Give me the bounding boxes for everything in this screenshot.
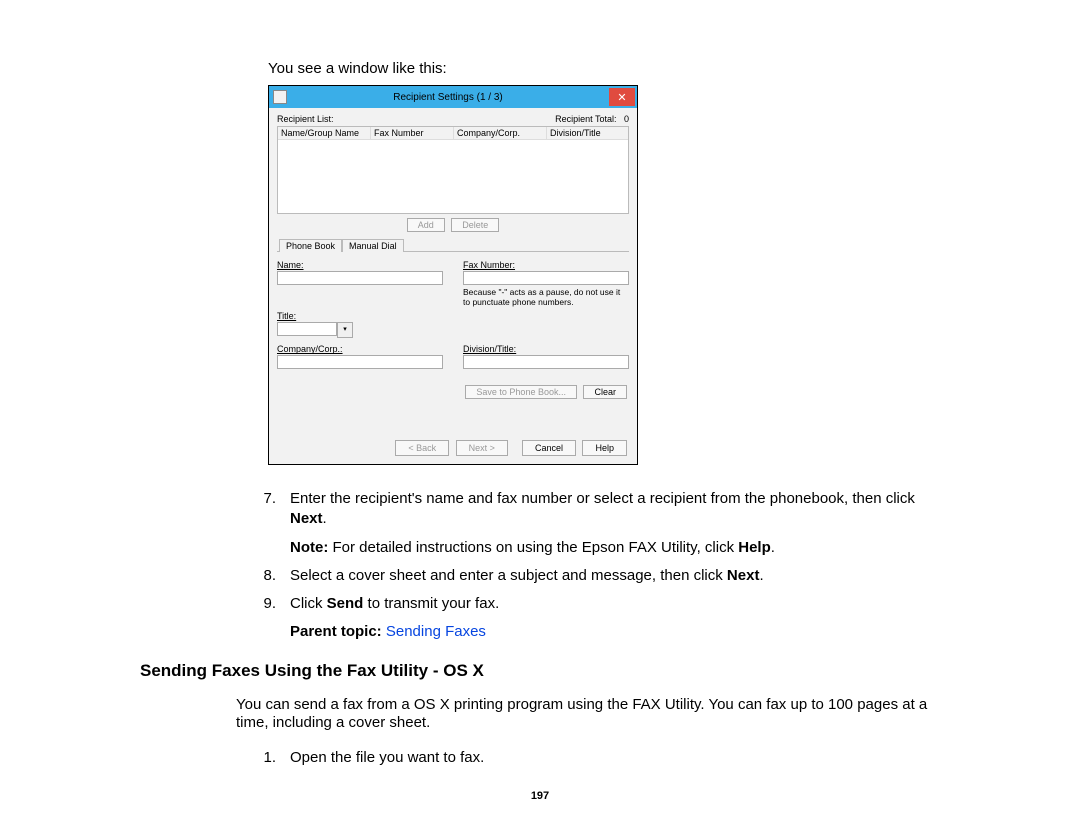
- recipient-list-label: Recipient List:: [277, 114, 334, 124]
- step-7: 7. Enter the recipient's name and fax nu…: [248, 489, 940, 530]
- close-icon[interactable]: ✕: [609, 88, 635, 106]
- titlebar: Recipient Settings (1 / 3) ✕: [269, 86, 637, 108]
- dialog-title: Recipient Settings (1 / 3): [287, 92, 609, 103]
- note: Note: For detailed instructions on using…: [290, 538, 940, 558]
- col-division[interactable]: Division/Title: [547, 127, 628, 139]
- save-phonebook-button[interactable]: Save to Phone Book...: [465, 385, 577, 399]
- add-button[interactable]: Add: [407, 218, 445, 232]
- tabs: Phone BookManual Dial: [277, 238, 629, 252]
- list-header: Name/Group Name Fax Number Company/Corp.…: [278, 127, 628, 140]
- title-label: Title:: [277, 311, 443, 321]
- division-label: Division/Title:: [463, 344, 629, 354]
- wizard-buttons: < Back Next > Cancel Help: [277, 440, 629, 456]
- back-button[interactable]: < Back: [395, 440, 449, 456]
- recipient-total: Recipient Total: 0: [555, 114, 629, 124]
- col-fax[interactable]: Fax Number: [371, 127, 454, 139]
- tab-phonebook[interactable]: Phone Book: [279, 239, 342, 252]
- parent-topic-link[interactable]: Sending Faxes: [386, 623, 486, 640]
- name-field[interactable]: [277, 271, 443, 285]
- next-button[interactable]: Next >: [456, 440, 508, 456]
- fax-label: Fax Number:: [463, 260, 629, 270]
- delete-button[interactable]: Delete: [451, 218, 499, 232]
- col-company[interactable]: Company/Corp.: [454, 127, 547, 139]
- recipient-settings-dialog: Recipient Settings (1 / 3) ✕ Recipient L…: [268, 85, 638, 465]
- col-name[interactable]: Name/Group Name: [278, 127, 371, 139]
- section-heading: Sending Faxes Using the Fax Utility - OS…: [140, 661, 940, 681]
- parent-topic: Parent topic: Sending Faxes: [290, 622, 940, 642]
- chevron-down-icon[interactable]: ▾: [337, 322, 353, 338]
- clear-button[interactable]: Clear: [583, 385, 627, 399]
- fax-hint: Because "-" acts as a pause, do not use …: [463, 287, 629, 307]
- step-1-osx: 1. Open the file you want to fax.: [248, 748, 940, 768]
- section-para: You can send a fax from a OS X printing …: [236, 696, 940, 734]
- intro-text: You see a window like this:: [268, 60, 940, 77]
- step-8: 8. Select a cover sheet and enter a subj…: [248, 566, 940, 586]
- name-label: Name:: [277, 260, 443, 270]
- fax-field[interactable]: [463, 271, 629, 285]
- app-icon: [273, 90, 287, 104]
- company-field[interactable]: [277, 355, 443, 369]
- step-9: 9. Click Send to transmit your fax.: [248, 594, 940, 614]
- tab-manual-dial[interactable]: Manual Dial: [342, 239, 404, 252]
- division-field[interactable]: [463, 355, 629, 369]
- cancel-button[interactable]: Cancel: [522, 440, 576, 456]
- page-number: 197: [0, 790, 1080, 802]
- title-field[interactable]: [277, 322, 337, 336]
- help-button[interactable]: Help: [582, 440, 627, 456]
- company-label: Company/Corp.:: [277, 344, 443, 354]
- recipient-list[interactable]: Name/Group Name Fax Number Company/Corp.…: [277, 126, 629, 214]
